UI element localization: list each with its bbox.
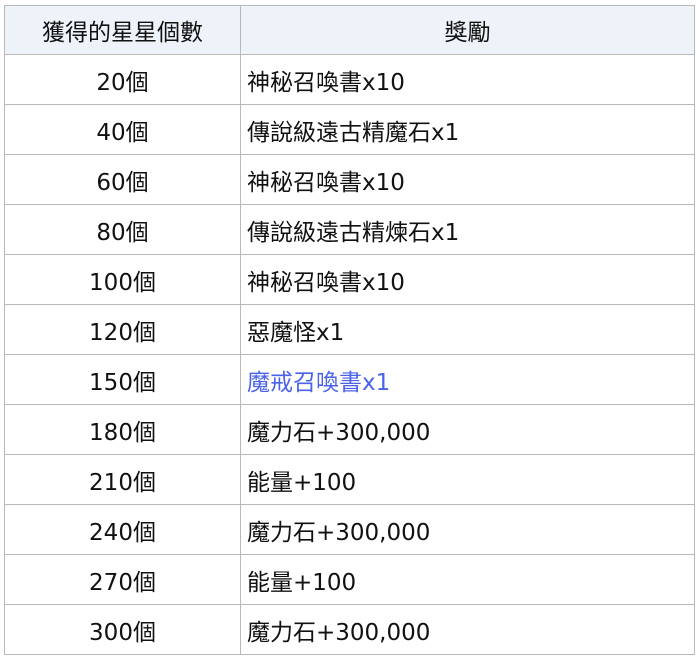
table-row: 120個 惡魔怪x1 xyxy=(4,304,695,355)
table-row: 300個 魔力石+300,000 xyxy=(4,604,695,655)
star-count-cell: 80個 xyxy=(4,204,241,255)
reward-cell: 魔力石+300,000 xyxy=(240,404,695,455)
reward-cell: 魔力石+300,000 xyxy=(240,504,695,555)
reward-cell: 傳說級遠古精煉石x1 xyxy=(240,204,695,255)
reward-link-ring-summon-book[interactable]: 魔戒召喚書x1 xyxy=(240,354,695,405)
star-reward-table: 獲得的星星個數 獎勵 20個 神秘召喚書x10 40個 傳說級遠古精魔石x1 6… xyxy=(4,5,695,655)
reward-cell: 神秘召喚書x10 xyxy=(240,54,695,105)
table-row: 20個 神秘召喚書x10 xyxy=(4,54,695,105)
star-count-cell: 40個 xyxy=(4,104,241,155)
star-count-cell: 150個 xyxy=(4,354,241,405)
star-count-cell: 210個 xyxy=(4,454,241,505)
table-header-row: 獲得的星星個數 獎勵 xyxy=(4,5,695,55)
reward-cell: 能量+100 xyxy=(240,454,695,505)
table-row: 60個 神秘召喚書x10 xyxy=(4,154,695,205)
reward-cell: 惡魔怪x1 xyxy=(240,304,695,355)
star-count-cell: 300個 xyxy=(4,604,241,655)
star-count-cell: 120個 xyxy=(4,304,241,355)
star-count-cell: 60個 xyxy=(4,154,241,205)
reward-cell: 能量+100 xyxy=(240,554,695,605)
table-row: 100個 神秘召喚書x10 xyxy=(4,254,695,305)
table-row: 150個 魔戒召喚書x1 xyxy=(4,354,695,405)
table-row: 80個 傳說級遠古精煉石x1 xyxy=(4,204,695,255)
reward-cell: 魔力石+300,000 xyxy=(240,604,695,655)
star-count-cell: 20個 xyxy=(4,54,241,105)
header-star-count: 獲得的星星個數 xyxy=(4,5,241,55)
reward-cell: 神秘召喚書x10 xyxy=(240,254,695,305)
table-row: 210個 能量+100 xyxy=(4,454,695,505)
star-count-cell: 270個 xyxy=(4,554,241,605)
star-count-cell: 100個 xyxy=(4,254,241,305)
table-row: 270個 能量+100 xyxy=(4,554,695,605)
table-row: 40個 傳說級遠古精魔石x1 xyxy=(4,104,695,155)
star-count-cell: 180個 xyxy=(4,404,241,455)
reward-cell: 傳說級遠古精魔石x1 xyxy=(240,104,695,155)
reward-cell: 神秘召喚書x10 xyxy=(240,154,695,205)
table-row: 240個 魔力石+300,000 xyxy=(4,504,695,555)
table-row: 180個 魔力石+300,000 xyxy=(4,404,695,455)
header-reward: 獎勵 xyxy=(240,5,695,55)
star-count-cell: 240個 xyxy=(4,504,241,555)
